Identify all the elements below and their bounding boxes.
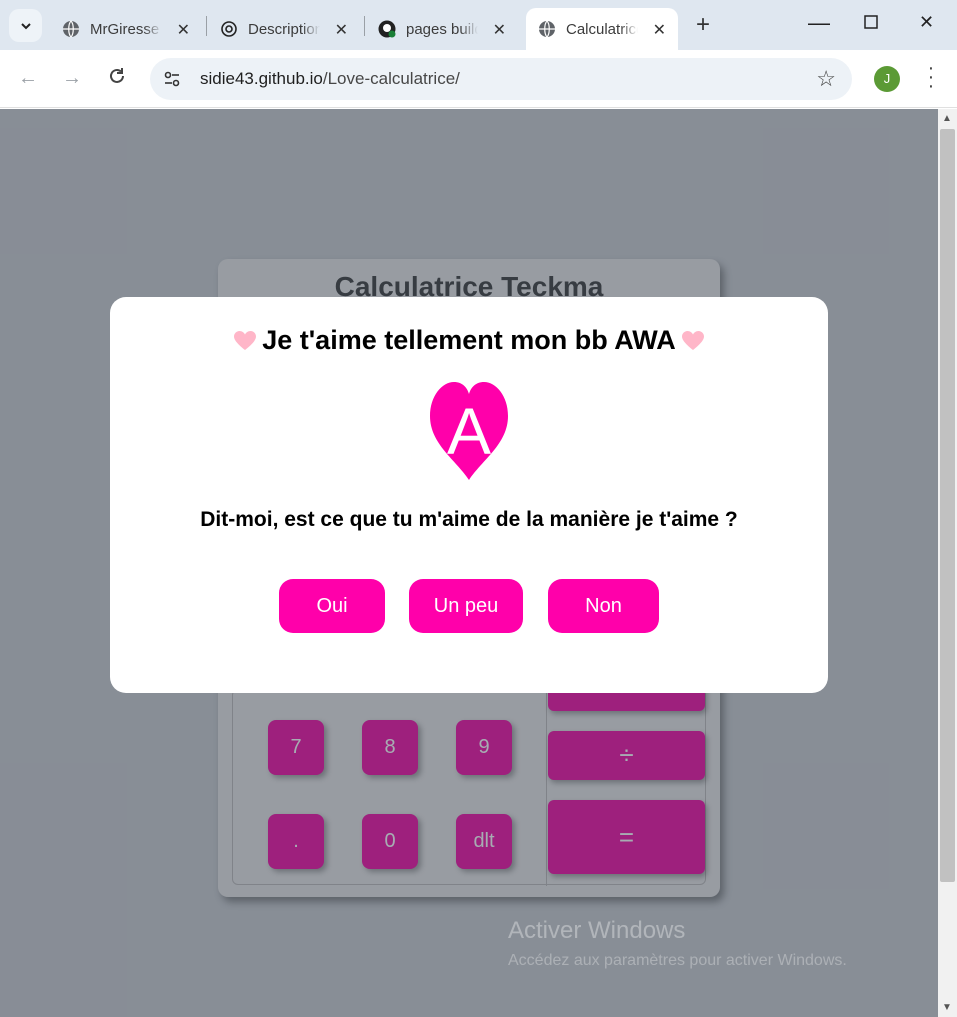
- url-path: /Love-calculatrice/: [322, 69, 460, 88]
- site-settings-icon[interactable]: [162, 69, 182, 89]
- page-viewport: Calculatrice Teckma 7 8 9 . 0 dlt × ÷ = …: [0, 109, 938, 1017]
- windows-activation-subtitle: Accédez aux paramètres pour activer Wind…: [508, 952, 847, 969]
- browser-toolbar: ← → sidie43.github.io/Love-calculatrice/…: [0, 50, 957, 108]
- address-bar[interactable]: sidie43.github.io/Love-calculatrice/ ☆: [150, 58, 852, 100]
- tab-title: pages build: [406, 20, 478, 38]
- url-host: sidie43.github.io: [200, 69, 323, 88]
- close-icon[interactable]: ✕: [493, 20, 506, 40]
- love-modal: Je t'aime tellement mon bb AWA A Dit-moi…: [110, 297, 828, 693]
- scroll-up-arrow-icon[interactable]: ▲: [942, 113, 952, 124]
- profile-avatar[interactable]: J: [874, 66, 900, 92]
- globe-icon: [538, 20, 556, 38]
- tab-strip: MrGiresse ✕ Description ✕ pages build ✕ …: [0, 0, 957, 50]
- chevron-down-icon: [20, 22, 31, 29]
- modal-question: Dit-moi, est ce que tu m'aime de la mani…: [200, 508, 738, 531]
- modal-title-row: Je t'aime tellement mon bb AWA: [110, 325, 828, 356]
- chatgpt-icon: [220, 20, 238, 38]
- scroll-down-arrow-icon[interactable]: ▼: [942, 1002, 952, 1013]
- globe-icon: [62, 20, 80, 38]
- yes-button[interactable]: Oui: [279, 579, 385, 633]
- heart-icon: [681, 330, 704, 350]
- tab-separator: [206, 16, 207, 36]
- tab-separator: [364, 16, 365, 36]
- bookmark-star-icon[interactable]: ☆: [816, 66, 836, 92]
- tab-mrgiresse[interactable]: MrGiresse ✕: [50, 8, 202, 50]
- forward-arrow-icon[interactable]: →: [60, 66, 84, 90]
- heart-icon: [234, 330, 257, 350]
- tab-title: Calculatrice: [566, 20, 638, 38]
- close-icon[interactable]: ✕: [653, 20, 666, 40]
- reload-icon[interactable]: [105, 66, 129, 90]
- letter-heart-icon: A: [430, 382, 508, 480]
- url-text: sidie43.github.io/Love-calculatrice/: [200, 69, 460, 89]
- github-icon: [378, 20, 396, 38]
- close-icon[interactable]: ✕: [335, 20, 348, 40]
- close-icon[interactable]: ✕: [177, 20, 190, 40]
- scrollbar-thumb[interactable]: [940, 129, 955, 882]
- tab-pages-build[interactable]: pages build ✕: [366, 8, 518, 50]
- no-button[interactable]: Non: [548, 579, 659, 633]
- back-arrow-icon[interactable]: ←: [16, 66, 40, 90]
- more-menu-icon[interactable]: · · ·: [924, 58, 938, 96]
- minimize-icon[interactable]: —: [808, 10, 830, 36]
- windows-activation-title: Activer Windows: [508, 917, 686, 944]
- heart-letter: A: [447, 394, 491, 468]
- window-close-icon[interactable]: ✕: [919, 12, 934, 33]
- modal-title: Je t'aime tellement mon bb AWA: [262, 325, 676, 355]
- maximize-icon[interactable]: [863, 14, 879, 35]
- tab-title: Description: [248, 20, 320, 38]
- tab-description[interactable]: Description ✕: [208, 8, 360, 50]
- tab-calculatrice[interactable]: Calculatrice ✕: [526, 8, 678, 50]
- a-little-button[interactable]: Un peu: [409, 579, 523, 633]
- new-tab-button[interactable]: +: [690, 12, 716, 38]
- tab-title: MrGiresse: [90, 20, 160, 38]
- tab-search-button[interactable]: [9, 9, 42, 42]
